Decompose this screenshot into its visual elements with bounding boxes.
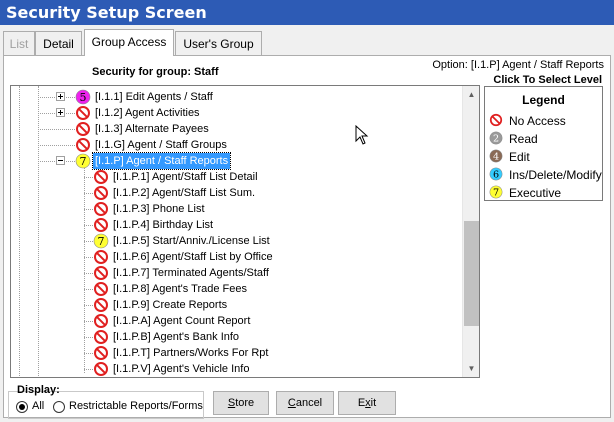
tree-item-label[interactable]: [I.1.P.9] Create Reports xyxy=(111,297,229,313)
radio-all-label[interactable]: All xyxy=(32,400,44,412)
access-level-5-icon[interactable]: 5 xyxy=(75,89,91,105)
tree-connector xyxy=(84,209,93,210)
group-access-panel: Security for group: Staff Option: [I.1.P… xyxy=(3,55,611,419)
tree-item-label[interactable]: [I.1.P] Agent / Staff Reports xyxy=(91,152,232,170)
tree-connector xyxy=(84,289,93,290)
no-access-icon[interactable] xyxy=(75,137,91,153)
tree-item-label[interactable]: [I.1.3] Alternate Payees xyxy=(93,121,211,137)
tree-item-label[interactable]: [I.1.P.V] Agent's Vehicle Info xyxy=(111,361,251,377)
no-access-icon[interactable] xyxy=(93,361,109,377)
tree-connector xyxy=(84,321,93,322)
no-access-icon[interactable] xyxy=(93,185,109,201)
mouse-cursor-icon xyxy=(355,125,369,145)
tree-item-label[interactable]: [I.1.2] Agent Activities xyxy=(93,105,202,121)
scroll-down-arrow-icon[interactable]: ▼ xyxy=(463,360,479,377)
no-access-icon[interactable] xyxy=(93,169,109,185)
tree-connector xyxy=(84,193,93,194)
tree-item-label[interactable]: [I.1.P.5] Start/Anniv./License List xyxy=(111,233,272,249)
tree-guide-level2 xyxy=(84,166,85,373)
legend-item-label: Executive xyxy=(509,186,562,200)
display-label: Display: xyxy=(17,384,60,396)
svg-text:6: 6 xyxy=(493,170,499,181)
store-button[interactable]: Store xyxy=(213,391,269,415)
tree-item-label[interactable]: [I.1.P.T] Partners/Works For Rpt xyxy=(111,345,270,361)
tree-connector xyxy=(84,369,93,370)
legend-item-label: Read xyxy=(509,132,538,146)
tab-group-access[interactable]: Group Access xyxy=(84,29,174,56)
tree-connector xyxy=(84,225,93,226)
radio-restrictable[interactable] xyxy=(53,401,65,413)
svg-text:5: 5 xyxy=(80,91,87,104)
no-access-icon[interactable] xyxy=(93,297,109,313)
access-level-2-icon: 2 xyxy=(489,131,503,145)
no-access-icon[interactable] xyxy=(93,345,109,361)
access-level-4-icon: 4 xyxy=(489,149,503,163)
no-access-icon[interactable] xyxy=(93,281,109,297)
tree-item-label[interactable]: [I.1.P.6] Agent/Staff List by Office xyxy=(111,249,275,265)
display-options: Display: All Restrictable Reports/Forms xyxy=(10,384,203,416)
no-access-icon xyxy=(489,113,503,127)
no-access-icon[interactable] xyxy=(93,217,109,233)
access-level-6-icon: 6 xyxy=(489,167,503,181)
selected-option-text: Option: [I.1.P] Agent / Staff Reports xyxy=(432,59,604,71)
tree-connector xyxy=(84,257,93,258)
legend-title: Legend xyxy=(522,93,565,107)
svg-text:4: 4 xyxy=(493,152,499,163)
tab-detail[interactable]: Detail xyxy=(35,31,82,55)
tree-connector xyxy=(38,145,75,146)
tree-item-label[interactable]: [I.1.1] Edit Agents / Staff xyxy=(93,89,215,105)
legend-item-label: No Access xyxy=(509,114,566,128)
security-tree[interactable]: 5 [I.1.1] Edit Agents / Staff [I.1.2] Agen… xyxy=(10,85,480,378)
tree-connector xyxy=(84,241,93,242)
tree-connector xyxy=(84,177,93,178)
no-access-icon[interactable] xyxy=(93,313,109,329)
no-access-icon[interactable] xyxy=(75,105,91,121)
svg-text:2: 2 xyxy=(493,134,499,145)
expand-plus-icon[interactable] xyxy=(56,92,65,101)
tree-connector xyxy=(84,353,93,354)
radio-all[interactable] xyxy=(16,401,28,413)
no-access-icon[interactable] xyxy=(75,121,91,137)
tree-item-label[interactable]: [I.1.P.1] Agent/Staff List Detail xyxy=(111,169,260,185)
svg-text:7: 7 xyxy=(80,155,87,168)
radio-restrictable-label[interactable]: Restrictable Reports/Forms xyxy=(69,400,203,412)
no-access-icon[interactable] xyxy=(93,201,109,217)
svg-text:7: 7 xyxy=(98,235,105,248)
access-level-7-icon[interactable]: 7 xyxy=(93,233,109,249)
security-group-heading: Security for group: Staff xyxy=(92,66,219,78)
tree-connector xyxy=(38,129,75,130)
click-to-select-hint: Click To Select Level xyxy=(493,74,602,86)
window-title: Security Setup Screen xyxy=(0,0,614,25)
legend-item-label: Edit xyxy=(509,150,530,164)
tree-item-label[interactable]: [I.1.P.4] Birthday List xyxy=(111,217,215,233)
tree-item-label[interactable]: [I.1.P.7] Terminated Agents/Staff xyxy=(111,265,271,281)
tree-item-label[interactable]: [I.1.P.2] Agent/Staff List Sum. xyxy=(111,185,257,201)
tree-item-label[interactable]: [I.1.P.8] Agent's Trade Fees xyxy=(111,281,249,297)
no-access-icon[interactable] xyxy=(93,329,109,345)
scroll-thumb[interactable] xyxy=(464,221,479,326)
legend-box: Legend No Access 2 Read 4 Edit 6 Ins/Delete/Mo… xyxy=(484,86,603,201)
cancel-button[interactable]: Cancel xyxy=(276,391,334,415)
collapse-minus-icon[interactable] xyxy=(56,156,65,165)
access-level-7-icon[interactable]: 7 xyxy=(75,153,91,169)
tree-connector xyxy=(84,305,93,306)
expand-plus-icon[interactable] xyxy=(56,108,65,117)
legend-item-label: Ins/Delete/Modify xyxy=(509,168,602,182)
tree-connector xyxy=(84,273,93,274)
tab-users-group[interactable]: User's Group xyxy=(175,31,262,55)
tree-guide-root xyxy=(19,86,20,376)
tree-scrollbar[interactable]: ▲ ▼ xyxy=(462,86,479,377)
exit-button[interactable]: Exit xyxy=(338,391,396,415)
tab-list[interactable]: List xyxy=(3,31,35,55)
tree-item-label[interactable]: [I.1.G] Agent / Staff Groups xyxy=(93,137,229,153)
scroll-up-arrow-icon[interactable]: ▲ xyxy=(463,86,479,103)
tree-item-label[interactable]: [I.1.P.3] Phone List xyxy=(111,201,207,217)
access-level-7-icon: 7 xyxy=(489,185,503,199)
tree-item-label[interactable]: [I.1.P.A] Agent Count Report xyxy=(111,313,252,329)
tree-item-label[interactable]: [I.1.P.B] Agent's Bank Info xyxy=(111,329,241,345)
tree-connector xyxy=(84,337,93,338)
no-access-icon[interactable] xyxy=(93,265,109,281)
no-access-icon[interactable] xyxy=(93,249,109,265)
svg-text:7: 7 xyxy=(493,188,499,199)
